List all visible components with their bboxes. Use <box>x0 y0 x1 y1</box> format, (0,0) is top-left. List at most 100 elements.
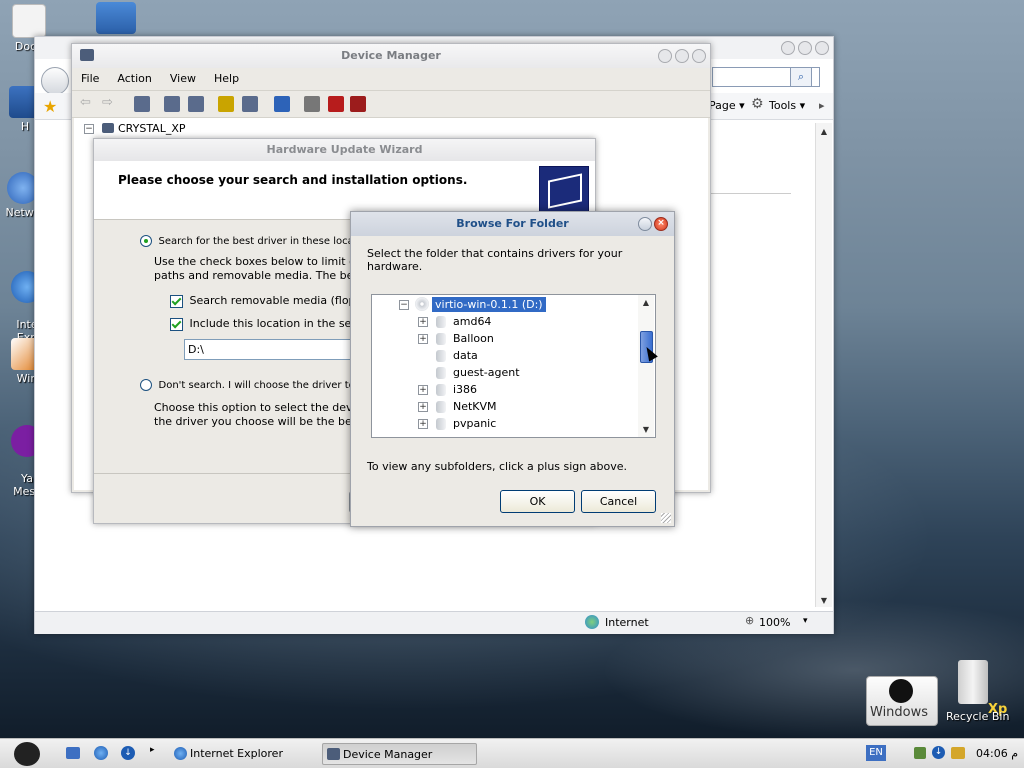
tray-app-icon[interactable] <box>951 747 965 759</box>
menu-file[interactable]: File <box>72 68 108 90</box>
tree-scrollbar[interactable]: ▲ ▼ <box>638 295 654 437</box>
tree-item[interactable]: − virtio-win-0.1.1 (D:) <box>372 296 655 313</box>
computer-icon <box>327 748 340 760</box>
resize-grip[interactable] <box>661 513 671 523</box>
scroll-down-icon[interactable]: ▼ <box>638 425 654 434</box>
ie-icon <box>174 747 187 760</box>
menu-help[interactable]: Help <box>205 68 248 90</box>
folder-tree[interactable]: − virtio-win-0.1.1 (D:) + amd64 + Balloo… <box>371 294 656 438</box>
ie-statusbar: Internet ⊕ 100% ▾ <box>35 611 833 634</box>
collapse-icon[interactable]: − <box>84 124 94 134</box>
show-hide-tree-icon[interactable] <box>134 96 150 112</box>
chevron-right-icon[interactable]: ▸ <box>150 745 155 755</box>
windows-badge-label: Windows <box>870 705 929 720</box>
taskbar: ↓ ▸ Internet Explorer can... Device Mana… <box>0 738 1024 768</box>
device-manager-window-controls[interactable] <box>658 49 706 63</box>
page-menu[interactable]: Page ▾ <box>709 99 745 112</box>
disable-icon[interactable] <box>350 96 366 112</box>
back-arrow-icon[interactable]: ⇦ <box>80 95 91 110</box>
taskbar-item-ie[interactable]: Internet Explorer can... <box>170 743 314 765</box>
wizard-heading: Please choose your search and installati… <box>118 173 468 187</box>
folder-icon <box>436 316 446 328</box>
tree-item[interactable]: + i386 <box>372 381 655 398</box>
browse-instruction: Select the folder that contains drivers … <box>367 247 623 273</box>
tree-item-label: guest-agent <box>453 366 520 379</box>
expand-icon[interactable]: + <box>418 402 428 412</box>
tree-item-label: data <box>453 349 478 362</box>
tree-item-label: i386 <box>453 383 478 396</box>
tools-menu[interactable]: Tools ▾ <box>769 99 805 112</box>
network-tray-icon[interactable] <box>914 747 926 759</box>
tree-item-label: virtio-win-0.1.1 (D:) <box>432 297 546 312</box>
update-driver-icon[interactable] <box>304 96 320 112</box>
cancel-button[interactable]: Cancel <box>581 490 656 513</box>
download-icon[interactable]: ↓ <box>121 746 135 760</box>
my-documents-icon <box>12 4 46 38</box>
tree-item[interactable]: data <box>372 347 655 364</box>
tree-item-label: pvpanic <box>453 417 497 430</box>
expand-icon[interactable]: + <box>418 334 428 344</box>
uninstall-icon[interactable] <box>328 96 344 112</box>
tree-item[interactable]: + Balloon <box>372 330 655 347</box>
tree-root-label[interactable]: CRYSTAL_XP <box>118 122 186 135</box>
chevron-right-icon[interactable]: ▸ <box>819 99 825 112</box>
search-icon[interactable]: ⌕ <box>790 67 812 87</box>
menu-view[interactable]: View <box>161 68 205 90</box>
expand-icon[interactable]: + <box>418 385 428 395</box>
browse-titlebar: Browse For Folder × <box>351 212 674 236</box>
scroll-up-icon[interactable]: ▲ <box>638 295 654 307</box>
checkbox-include-location[interactable]: Include this location in the search: <box>170 317 379 331</box>
tree-item[interactable]: + pvpanic <box>372 415 655 432</box>
expand-icon[interactable]: + <box>418 419 428 429</box>
download-tray-icon[interactable]: ↓ <box>932 746 945 759</box>
ie-quicklaunch-icon[interactable] <box>94 746 108 760</box>
close-icon[interactable]: × <box>654 217 668 231</box>
desktop-shortcut-icon[interactable] <box>96 2 136 34</box>
penguin-icon <box>889 679 913 703</box>
language-indicator[interactable]: EN <box>866 745 886 761</box>
tree-item[interactable]: guest-agent <box>372 364 655 381</box>
gear-icon: ⚙ <box>751 96 764 112</box>
scan-hardware-icon[interactable] <box>274 96 290 112</box>
clock[interactable]: 04:06 م <box>976 747 1018 760</box>
cd-drive-icon <box>415 297 429 311</box>
properties-icon[interactable] <box>164 96 180 112</box>
tree-item[interactable]: + amd64 <box>372 313 655 330</box>
taskbar-item-label: Device Manager <box>343 748 433 761</box>
radio-search[interactable]: Search for the best driver in these loca… <box>140 234 381 247</box>
start-penguin-icon[interactable] <box>14 742 40 766</box>
tree-item-label: NetKVM <box>453 400 497 413</box>
browse-for-folder-dialog: Browse For Folder × Select the folder th… <box>350 211 675 527</box>
ie-scrollbar[interactable]: ▲ ▼ <box>815 123 832 607</box>
ok-button[interactable]: OK <box>500 490 575 513</box>
chevron-down-icon[interactable]: ▾ <box>803 616 808 626</box>
status-zone: Internet <box>605 616 649 629</box>
recycle-bin-icon[interactable] <box>958 660 988 704</box>
menu-action[interactable]: Action <box>108 68 160 90</box>
zoom-level[interactable]: 100% <box>759 616 790 629</box>
ie-window-controls[interactable] <box>781 41 829 55</box>
folder-icon <box>436 367 446 379</box>
folder-icon <box>436 333 446 345</box>
forward-arrow-icon[interactable]: ⇨ <box>102 95 113 110</box>
page-menu-label: Page <box>709 99 736 112</box>
taskbar-item-device-manager[interactable]: Device Manager <box>322 743 477 765</box>
collapse-icon[interactable]: − <box>399 300 409 310</box>
help-icon[interactable] <box>218 96 234 112</box>
location-input[interactable]: D:\ <box>184 339 359 360</box>
computer-icon <box>80 49 94 61</box>
help-button[interactable] <box>638 217 652 231</box>
back-icon[interactable] <box>41 67 69 95</box>
taskbar-item-label: Internet Explorer can... <box>190 747 283 760</box>
zoom-icon: ⊕ <box>745 614 755 627</box>
radio-icon <box>140 235 152 247</box>
show-desktop-icon[interactable] <box>66 747 80 759</box>
radio-search-label: Search for the best driver in these loca… <box>158 236 382 247</box>
globe-icon <box>585 615 599 629</box>
checkbox-icon <box>170 294 183 308</box>
tree-item[interactable]: + NetKVM <box>372 398 655 415</box>
view-icon[interactable] <box>242 96 258 112</box>
print-icon[interactable] <box>188 96 204 112</box>
expand-icon[interactable]: + <box>418 317 428 327</box>
favorites-star-icon[interactable]: ★ <box>43 97 57 116</box>
